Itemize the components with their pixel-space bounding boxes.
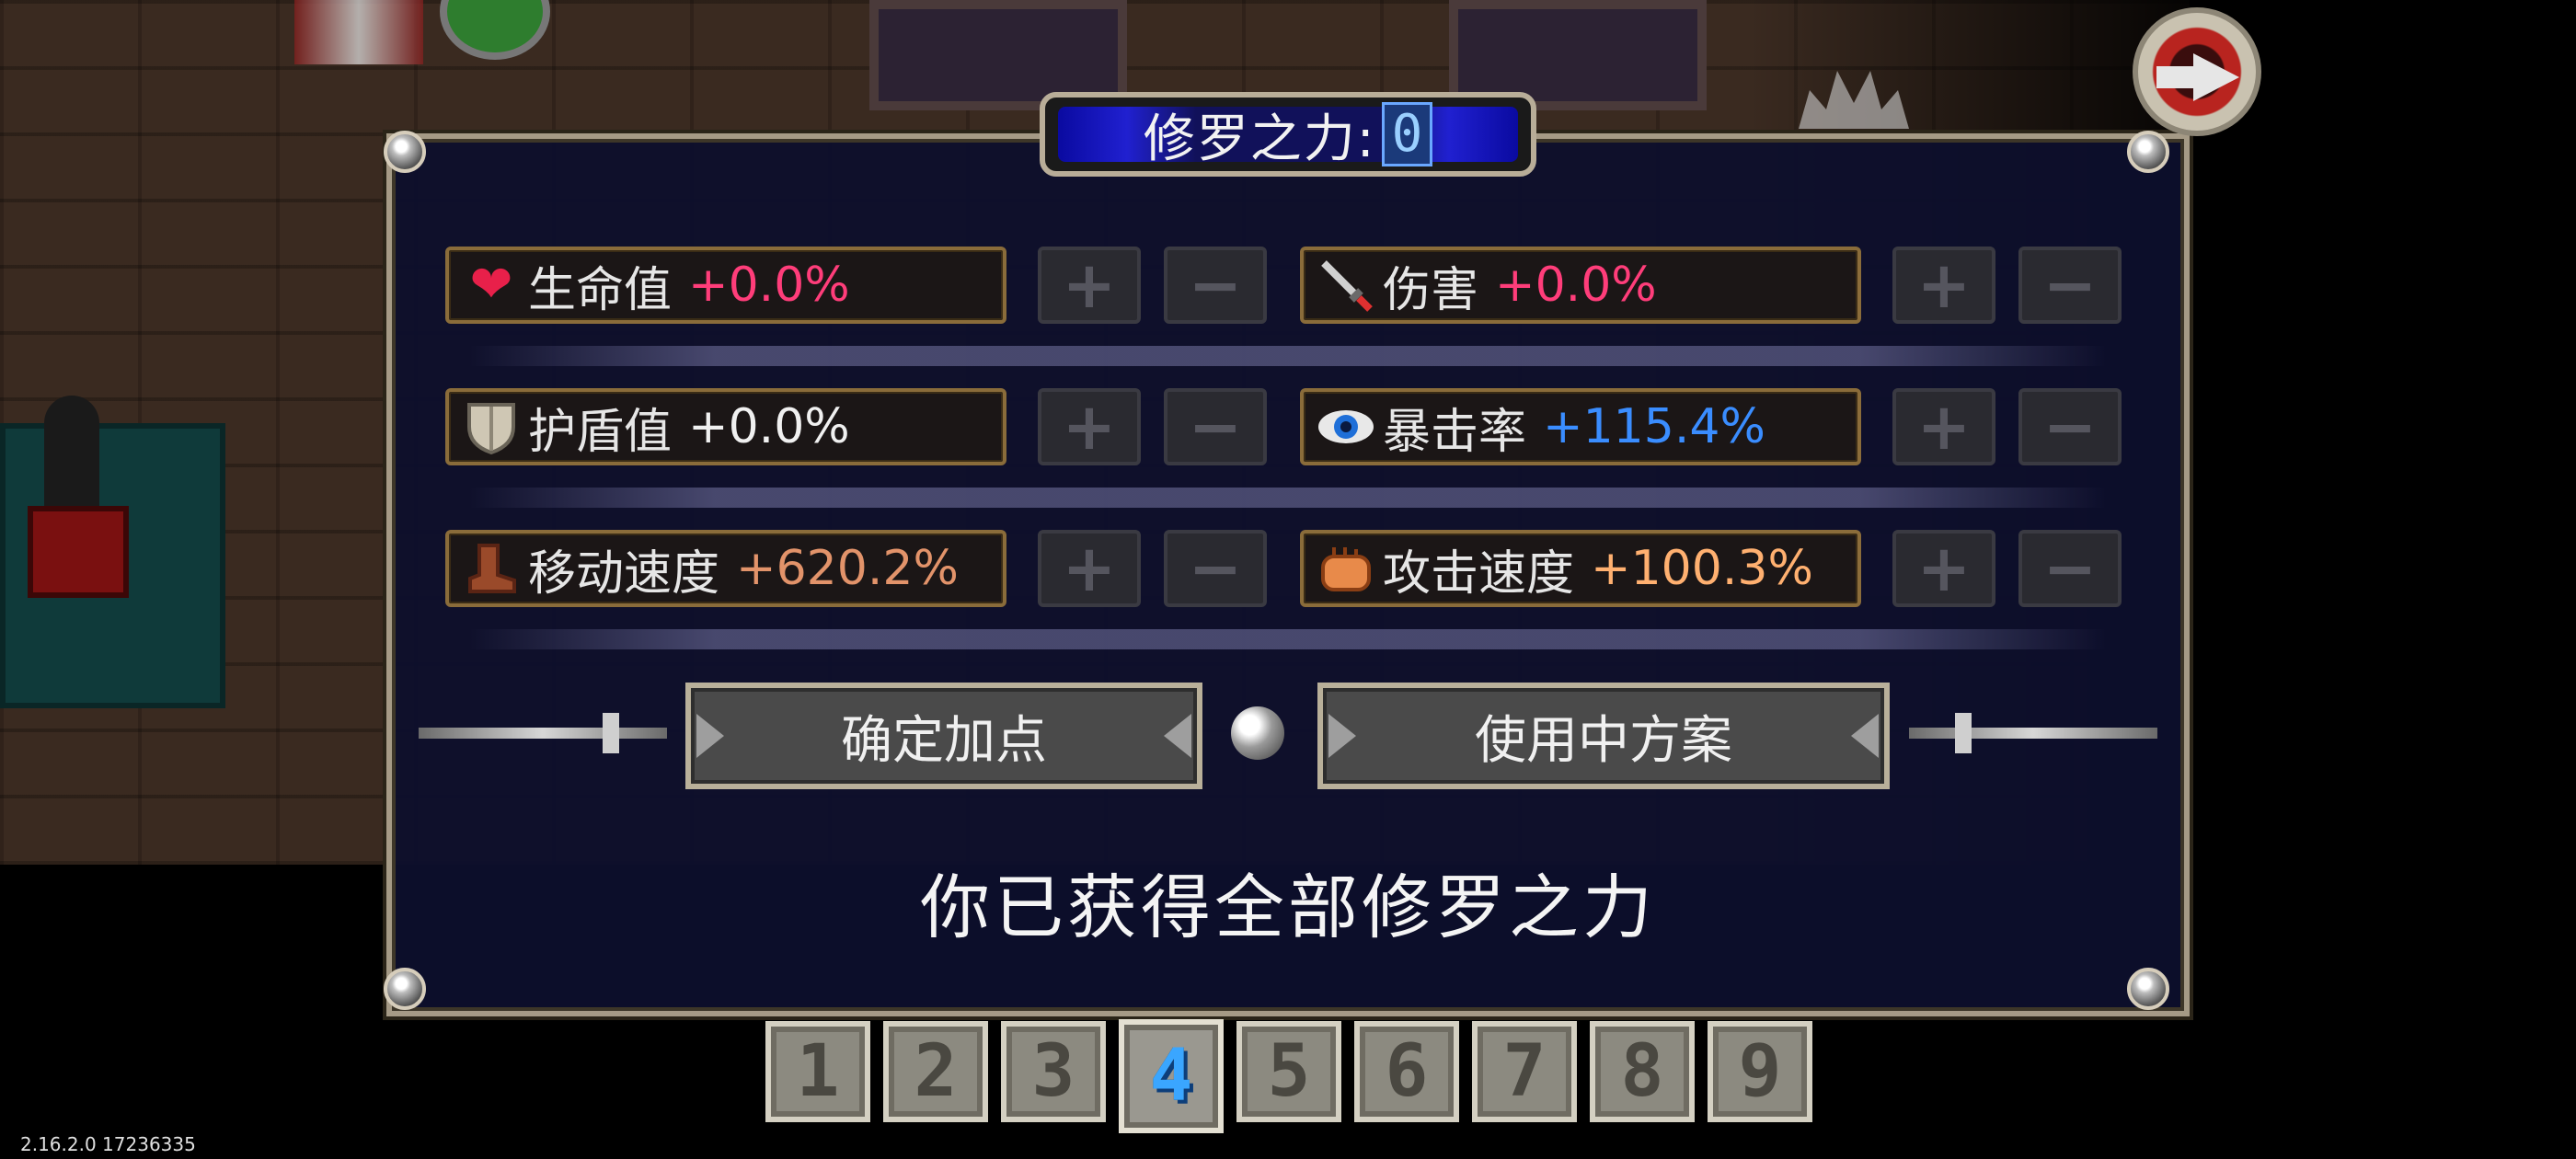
damage-minus-button[interactable]: − (2018, 247, 2122, 324)
stat-label: 护盾值 (528, 404, 673, 460)
status-message: 你已获得全部修罗之力 (920, 866, 1656, 948)
attack-speed-minus-button[interactable]: − (2018, 530, 2122, 607)
plan-slot-4[interactable]: 4 (1119, 1019, 1224, 1133)
row-divider (469, 488, 2107, 508)
stat-label: 暴击率 (1383, 404, 1527, 460)
stat-value: +620.2% (736, 541, 959, 596)
attack-speed-plus-button[interactable]: + (1892, 530, 1995, 607)
plan-slot-8[interactable]: 8 (1590, 1021, 1695, 1122)
sword-ornament-left (419, 713, 667, 753)
plan-slot-9[interactable]: 9 (1708, 1021, 1812, 1122)
stat-value: +0.0% (688, 258, 850, 313)
plan-slot-2[interactable]: 2 (883, 1021, 988, 1122)
stat-label: 伤害 (1383, 262, 1479, 318)
move-speed-plus-button[interactable]: + (1038, 530, 1141, 607)
version-label: 2.16.2.0 17236335 (20, 1133, 196, 1155)
shield-plus-button[interactable]: + (1038, 388, 1141, 465)
stat-crit-rate: 暴击率 +115.4% (1300, 388, 1861, 465)
stat-value: +0.0% (1495, 258, 1657, 313)
stat-attack-speed: 攻击速度 +100.3% (1300, 530, 1861, 607)
sword-ornament-right (1909, 713, 2157, 753)
plan-slot-1[interactable]: 1 (765, 1021, 870, 1122)
in-use-plan-button[interactable]: 使用中方案 (1317, 683, 1890, 789)
shield-minus-button[interactable]: − (1164, 388, 1267, 465)
exit-arrow-icon (2156, 66, 2197, 88)
corner-gem-ornament (363, 110, 446, 193)
plan-slot-3[interactable]: 3 (1001, 1021, 1106, 1122)
eye-icon (1317, 397, 1375, 456)
stat-value: +115.4% (1543, 399, 1765, 454)
plan-slot-7[interactable]: 7 (1472, 1021, 1577, 1122)
asura-power-title: 修罗之力: 0 (1040, 92, 1536, 177)
crit-minus-button[interactable]: − (2018, 388, 2122, 465)
row-divider (469, 346, 2107, 366)
stat-move-speed: 移动速度 +620.2% (445, 530, 1006, 607)
exit-button[interactable] (2133, 7, 2261, 136)
heart-icon: ❤ (469, 255, 513, 315)
crit-plus-button[interactable]: + (1892, 388, 1995, 465)
stat-shield: 护盾值 +0.0% (445, 388, 1006, 465)
stat-label: 攻击速度 (1383, 545, 1575, 602)
plan-slot-tabs: 1 2 3 4 5 6 7 8 9 (765, 1019, 1812, 1133)
npc-sprites (294, 0, 423, 64)
fist-icon (1317, 539, 1375, 598)
shield-icon (462, 397, 521, 456)
stat-label: 生命值 (528, 262, 673, 318)
stat-value: +100.3% (1591, 541, 1813, 596)
title-label: 修罗之力: (1143, 109, 1376, 169)
stat-health: ❤ 生命值 +0.0% (445, 247, 1006, 324)
stat-damage: 伤害 +0.0% (1300, 247, 1861, 324)
plan-slot-5[interactable]: 5 (1236, 1021, 1341, 1122)
health-minus-button[interactable]: − (1164, 247, 1267, 324)
red-cushion (28, 506, 129, 598)
sword-icon (1317, 256, 1375, 315)
move-speed-minus-button[interactable]: − (1164, 530, 1267, 607)
boot-icon (462, 539, 521, 598)
health-plus-button[interactable]: + (1038, 247, 1141, 324)
stat-label: 移动速度 (528, 545, 720, 602)
plan-slot-6[interactable]: 6 (1354, 1021, 1459, 1122)
corner-gem-ornament (363, 947, 446, 1030)
damage-plus-button[interactable]: + (1892, 247, 1995, 324)
corner-gem-ornament (2107, 947, 2190, 1030)
confirm-points-button[interactable]: 确定加点 (685, 683, 1202, 789)
exit-arrow-head-icon (2193, 53, 2239, 101)
row-divider (469, 629, 2107, 649)
orb-ornament (1231, 706, 1284, 760)
asura-power-points: 0 (1381, 102, 1433, 166)
stat-value: +0.0% (688, 399, 850, 454)
